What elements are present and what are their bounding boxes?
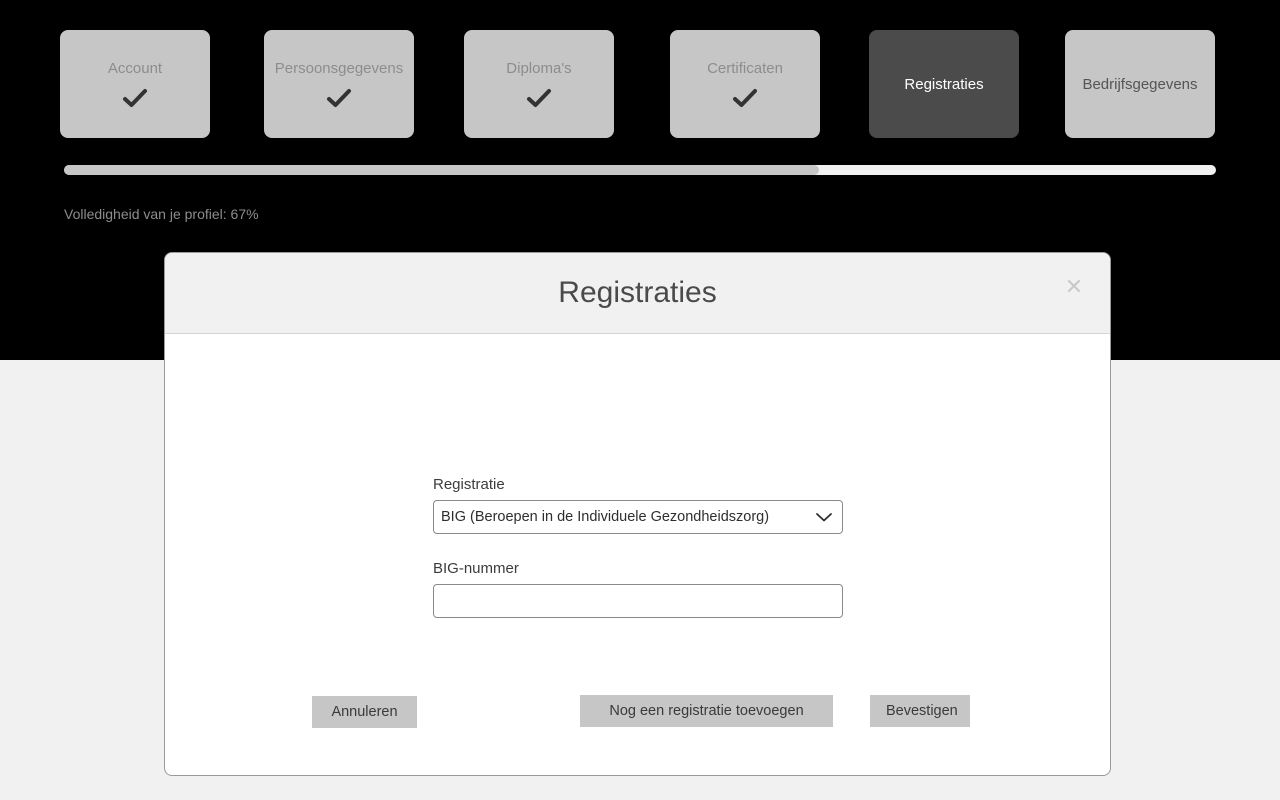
add-another-button[interactable]: Nog een registratie toevoegen xyxy=(580,695,833,727)
chevron-down-icon xyxy=(816,513,832,522)
close-icon[interactable]: ✕ xyxy=(1060,273,1088,301)
profile-progress-fill xyxy=(64,165,819,175)
stepper-item-label: Certificaten xyxy=(707,59,783,77)
bignummer-label: BIG-nummer xyxy=(433,560,519,577)
registraties-dialog: Registraties ✕ Registratie BIG (Beroepen… xyxy=(164,252,1111,776)
check-icon xyxy=(123,88,147,107)
stepper-item-label: Account xyxy=(107,59,163,77)
stepper-item-account[interactable]: Account xyxy=(60,30,210,138)
registratie-selected-value: BIG (Beroepen in de Individuele Gezondhe… xyxy=(441,509,770,525)
stepper-item-label: Registraties xyxy=(904,75,984,93)
cancel-button[interactable]: Annuleren xyxy=(312,696,417,728)
stepper-item-certificaten[interactable]: Certificaten xyxy=(670,30,820,138)
stepper-item-bedrijfsgegevens[interactable]: Bedrijfsgegevens xyxy=(1065,30,1215,138)
check-icon xyxy=(733,88,757,107)
profile-progress-bar xyxy=(64,165,1216,175)
stepper-item-persoonsgegevens[interactable]: Persoonsgegevens xyxy=(264,30,414,138)
profile-stepper: Account Persoonsgegevens Diploma's Certi… xyxy=(60,30,1220,138)
dialog-header: Registraties ✕ xyxy=(165,253,1110,334)
dialog-body: Registratie BIG (Beroepen in de Individu… xyxy=(165,334,1110,775)
dialog-title: Registraties xyxy=(558,276,717,309)
check-icon xyxy=(527,88,551,107)
registratie-select[interactable]: BIG (Beroepen in de Individuele Gezondhe… xyxy=(433,500,843,534)
stepper-item-registraties[interactable]: Registraties xyxy=(869,30,1019,138)
stepper-item-label: Bedrijfsgegevens xyxy=(1082,75,1198,93)
stepper-item-diplomas[interactable]: Diploma's xyxy=(464,30,614,138)
bignummer-input[interactable] xyxy=(433,584,843,618)
stepper-item-label: Diploma's xyxy=(506,59,572,77)
profile-progress-label: Volledigheid van je profiel: 67% xyxy=(64,206,259,222)
registratie-label: Registratie xyxy=(433,476,505,493)
check-icon xyxy=(327,88,351,107)
registratie-field-group: Registratie BIG (Beroepen in de Individu… xyxy=(433,477,843,534)
confirm-button[interactable]: Bevestigen xyxy=(870,695,970,727)
bignummer-field-group: BIG-nummer xyxy=(433,561,843,618)
stepper-item-label: Persoonsgegevens xyxy=(274,59,404,77)
